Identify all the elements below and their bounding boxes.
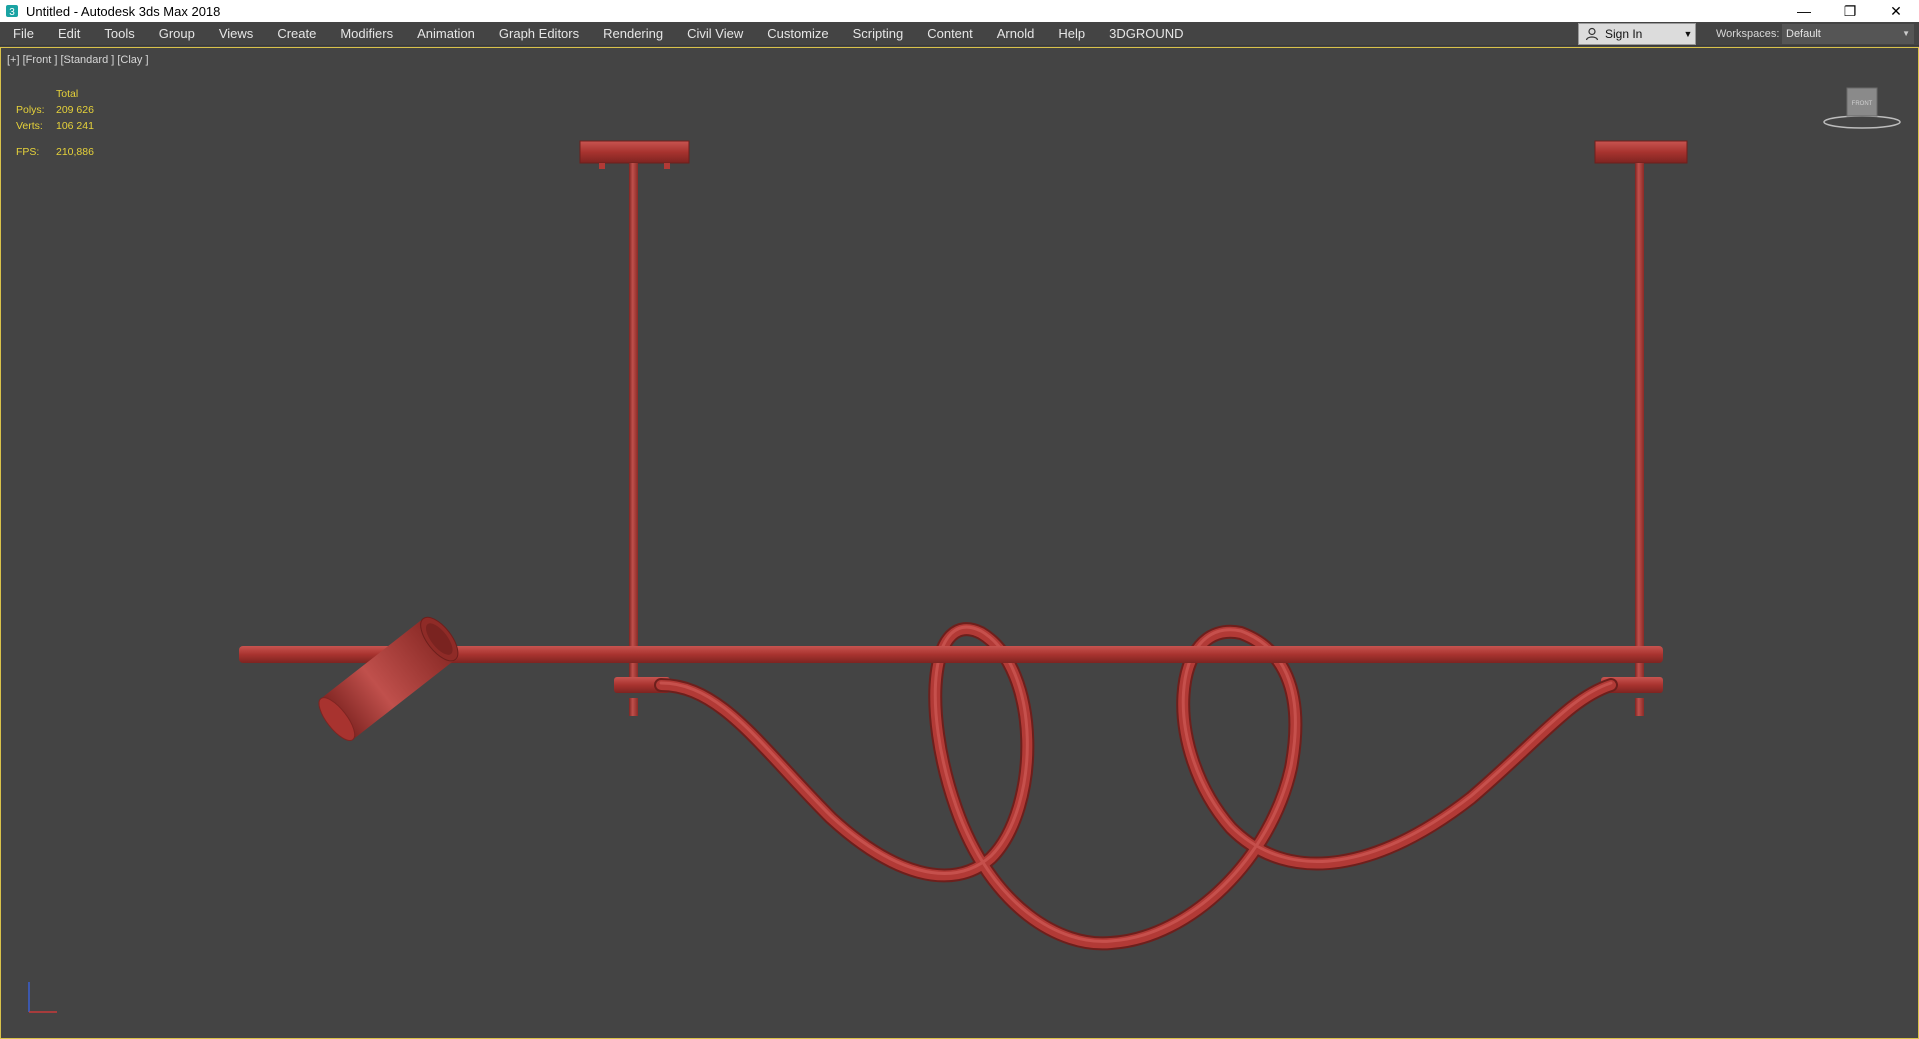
menu-item-animation[interactable]: Animation — [405, 22, 487, 46]
spotlight-cylinder — [318, 616, 459, 741]
left-connector — [629, 698, 638, 716]
workspaces-select[interactable]: Default ▼ — [1782, 24, 1914, 44]
right-ceiling-canopy — [1594, 140, 1688, 164]
workspace-value: Default — [1786, 28, 1821, 40]
menu-item-content[interactable]: Content — [915, 22, 985, 46]
menu-item-group[interactable]: Group — [147, 22, 207, 46]
menu-item-arnold[interactable]: Arnold — [985, 22, 1047, 46]
lamp-model[interactable] — [1, 48, 1918, 1038]
menu-item-scripting[interactable]: Scripting — [841, 22, 916, 46]
sign-in-label: Sign In — [1605, 27, 1643, 41]
viewcube-face-label: FRONT — [1852, 101, 1873, 107]
minimize-button[interactable]: — — [1781, 0, 1827, 22]
sign-in-dropdown[interactable]: Sign In ▼ — [1578, 23, 1696, 45]
menu-item-tools[interactable]: Tools — [92, 22, 146, 46]
right-connector — [1635, 698, 1644, 716]
menu-item-3dground[interactable]: 3DGROUND — [1097, 22, 1195, 46]
menu-item-file[interactable]: File — [0, 22, 46, 46]
close-button[interactable]: ✕ — [1873, 0, 1919, 22]
menu-bar: File Edit Tools Group Views Create Modifiers An… — [0, 22, 1919, 46]
window-title: Untitled - Autodesk 3ds Max 2018 — [26, 3, 221, 19]
viewcube[interactable]: FRONT — [1821, 84, 1903, 134]
chevron-down-icon: ▼ — [1683, 29, 1693, 39]
menu-item-help[interactable]: Help — [1046, 22, 1097, 46]
menu-item-customize[interactable]: Customize — [755, 22, 840, 46]
menu-item-modifiers[interactable]: Modifiers — [328, 22, 405, 46]
menu-item-graph-editors[interactable]: Graph Editors — [487, 22, 591, 46]
svg-text:3: 3 — [9, 7, 15, 18]
left-suspension-rod — [629, 163, 638, 693]
menu-items: File Edit Tools Group Views Create Modifiers An… — [0, 22, 1196, 46]
chevron-down-icon: ▼ — [1902, 29, 1910, 38]
user-icon — [1585, 27, 1599, 41]
flexible-tube — [654, 622, 1618, 951]
menu-item-views[interactable]: Views — [207, 22, 265, 46]
viewcube-ring — [1823, 115, 1901, 129]
title-bar: 3 Untitled - Autodesk 3ds Max 2018 — ❐ ✕ — [0, 0, 1919, 22]
workspaces-label: Workspaces: — [1716, 28, 1780, 40]
axis-tripod — [28, 982, 57, 1013]
menu-item-create[interactable]: Create — [265, 22, 328, 46]
3dsmax-logo-icon: 3 — [4, 3, 20, 19]
menu-item-civil-view[interactable]: Civil View — [675, 22, 755, 46]
right-suspension-rod — [1635, 163, 1644, 693]
window-controls: — ❐ ✕ — [1781, 0, 1919, 22]
menu-item-edit[interactable]: Edit — [46, 22, 92, 46]
restore-button[interactable]: ❐ — [1827, 0, 1873, 22]
front-viewport[interactable]: [+] [Front ] [Standard ] [Clay ] Total P… — [0, 47, 1919, 1039]
menu-item-rendering[interactable]: Rendering — [591, 22, 675, 46]
